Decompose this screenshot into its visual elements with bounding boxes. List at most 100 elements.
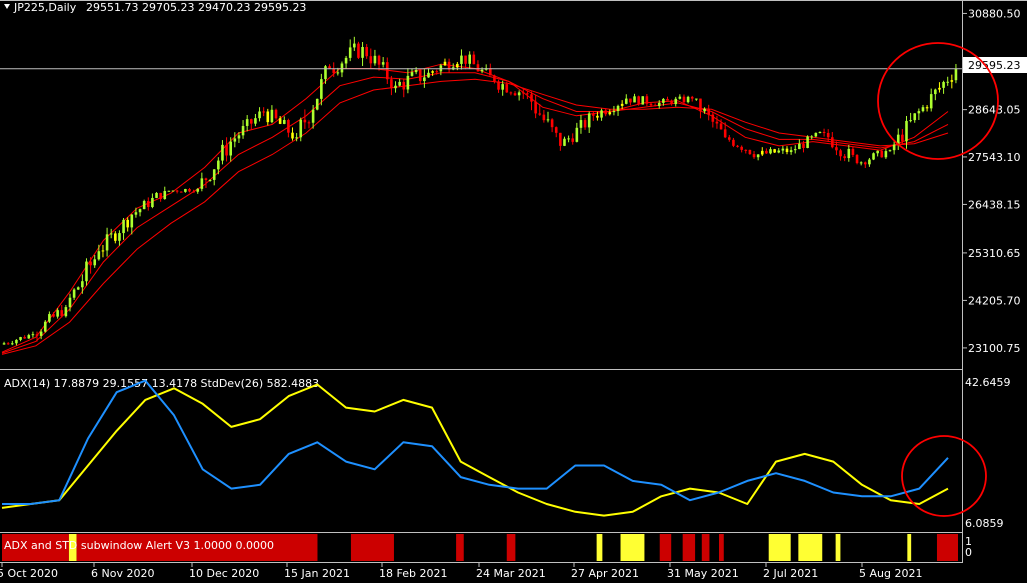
candle-body (760, 150, 764, 155)
candle-body (769, 149, 772, 154)
candle-body (27, 335, 31, 339)
alert-bar (907, 534, 912, 561)
candle-body (155, 192, 158, 198)
candle-body (311, 109, 315, 123)
candle-body (892, 144, 896, 151)
time-tick-label: 15 Jan 2021 (284, 567, 350, 580)
alert-bar (596, 534, 603, 561)
candle-body (443, 61, 447, 66)
candle-body (468, 54, 471, 64)
candle-body (402, 81, 406, 90)
candle-body (89, 261, 92, 266)
candle-body (703, 108, 706, 112)
candle-body (348, 47, 352, 58)
candle-body (233, 138, 237, 142)
candle-body (876, 150, 879, 154)
candle-body (695, 98, 698, 100)
candle-body (587, 113, 591, 128)
candle-body (418, 70, 422, 82)
candle-body (670, 100, 673, 105)
candle-body (740, 146, 743, 150)
candle-body (295, 137, 298, 139)
candle-body (427, 72, 430, 78)
candle-body (146, 201, 150, 208)
candle-body (637, 96, 640, 105)
candle-body (822, 131, 826, 133)
candle-body (835, 147, 838, 151)
candle-body (336, 72, 340, 74)
time-tick-label: 31 May 2021 (667, 567, 739, 580)
candle-body (93, 259, 97, 266)
candle-body (530, 94, 533, 102)
candle-body (777, 150, 781, 153)
candle-body (810, 136, 814, 138)
candle-body (719, 123, 723, 130)
current-price-tag-label: 29595.23 (968, 59, 1021, 72)
candle-body (624, 98, 628, 104)
candle-body (456, 63, 459, 68)
price-tick-label: 30880.50 (968, 7, 1021, 20)
candle-body (604, 110, 607, 115)
candle-body (868, 159, 871, 165)
candle-body (583, 120, 587, 128)
candle-body (682, 96, 686, 103)
candle-body (43, 321, 47, 332)
price-tick-label: 24205.70 (968, 294, 1021, 307)
price-tick-label: 23100.75 (968, 342, 1021, 355)
candle-body (855, 154, 859, 164)
time-tick-label: 2 Jul 2021 (763, 567, 818, 580)
candle-body (361, 46, 364, 58)
time-tick-label: 27 Apr 2021 (571, 567, 639, 580)
candle-body (15, 339, 18, 344)
candle-body (229, 141, 232, 156)
candle-body (798, 143, 801, 150)
candle-body (526, 93, 529, 95)
alert-bar (350, 534, 394, 561)
candle-body (806, 136, 809, 148)
candle-body (208, 179, 212, 181)
candle-body (901, 134, 904, 142)
candle-body (212, 169, 216, 180)
candle-body (575, 127, 579, 142)
alert-bar (936, 534, 958, 561)
candle-body (929, 94, 933, 109)
candle-body (884, 151, 888, 158)
candle-body (142, 201, 146, 210)
candle-body (76, 287, 80, 290)
candle-body (550, 119, 554, 128)
candle-body (130, 214, 134, 228)
candle-body (752, 154, 756, 158)
candle-body (188, 189, 191, 192)
candle-body (534, 101, 537, 114)
candle-body (460, 55, 463, 64)
candle-body (60, 310, 64, 317)
candle-body (826, 132, 830, 138)
candle-body (414, 70, 418, 73)
adx-indicator-title: ADX(14) 17.8879 29.1557 13.4178 StdDev(2… (4, 377, 319, 390)
candle-body (649, 103, 653, 106)
ohlc-values: 29551.73 29705.23 29470.23 29595.23 (86, 1, 306, 14)
alert-bar (835, 534, 841, 561)
candle-body (184, 189, 187, 192)
candle-body (789, 150, 793, 153)
candle-body (167, 190, 171, 192)
candle-body (192, 191, 195, 193)
candle-body (262, 111, 265, 113)
candle-body (818, 131, 822, 133)
candle-body (917, 111, 921, 114)
candle-body (171, 190, 175, 192)
candle-body (340, 63, 344, 73)
candle-body (101, 250, 105, 252)
time-tick-label: 18 Feb 2021 (379, 567, 447, 580)
candle-body (793, 149, 797, 151)
candle-body (571, 138, 575, 142)
candle-body (299, 119, 303, 138)
candle-body (64, 307, 68, 317)
candle-body (365, 46, 368, 57)
candle-body (159, 192, 162, 200)
candle-body (324, 66, 327, 80)
candle-body (863, 162, 867, 165)
candle-body (954, 68, 958, 81)
candle-body (563, 138, 566, 146)
candle-body (6, 343, 10, 345)
